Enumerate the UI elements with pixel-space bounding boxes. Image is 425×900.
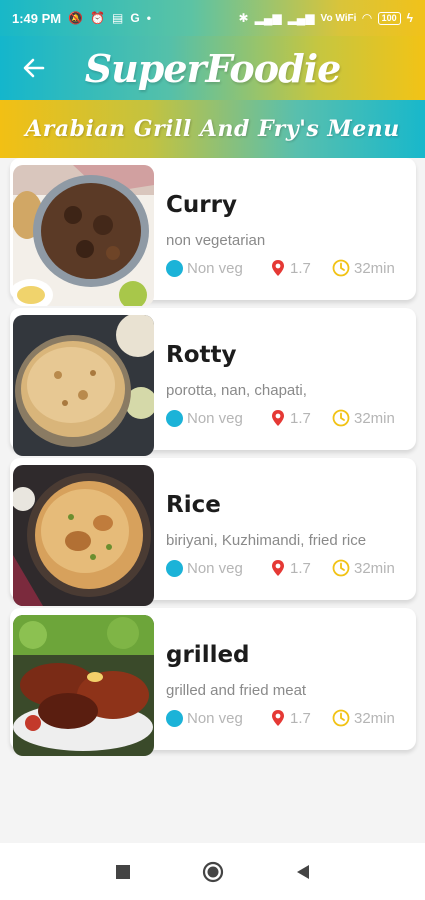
clock-icon bbox=[332, 559, 350, 577]
food-type: Non veg bbox=[166, 709, 270, 727]
food-meta: Non veg 1.7 32min bbox=[166, 409, 416, 427]
food-time: 32min bbox=[332, 559, 395, 577]
food-name: Curry bbox=[166, 192, 237, 218]
food-name: Rice bbox=[166, 492, 221, 518]
food-image bbox=[13, 615, 154, 756]
nav-square-icon bbox=[115, 864, 130, 879]
food-time-value: 32min bbox=[354, 559, 395, 577]
food-image bbox=[13, 315, 154, 456]
alarm-icon: ⏰ bbox=[90, 11, 106, 25]
food-item-rotty[interactable]: Rotty porotta, nan, chapati, Non veg 1.7… bbox=[10, 308, 416, 456]
app-title: SuperFoodie bbox=[84, 45, 342, 91]
food-type-label: Non veg bbox=[187, 409, 243, 427]
food-time: 32min bbox=[332, 709, 395, 727]
mute-icon: 🔕 bbox=[68, 11, 84, 25]
food-description: porotta, nan, chapati, bbox=[166, 382, 307, 399]
food-rating-value: 1.7 bbox=[290, 559, 311, 577]
signal-icon: ▂▄▆ bbox=[254, 11, 282, 25]
food-description: grilled and fried meat bbox=[166, 682, 307, 699]
food-rating: 1.7 bbox=[270, 259, 332, 277]
dot-icon bbox=[166, 559, 183, 577]
food-image bbox=[13, 165, 154, 306]
menu-banner: Arabian Grill And Fry's Menu bbox=[0, 100, 425, 158]
food-rating: 1.7 bbox=[270, 409, 332, 427]
clock-icon bbox=[332, 259, 350, 277]
network-label: Vo WiFi bbox=[320, 12, 357, 24]
food-type-label: Non veg bbox=[187, 559, 243, 577]
food-rating-value: 1.7 bbox=[290, 259, 311, 277]
bluetooth-icon: ✱ bbox=[238, 11, 249, 25]
dot-icon bbox=[166, 709, 183, 727]
food-time-value: 32min bbox=[354, 259, 395, 277]
nav-triangle-icon bbox=[296, 864, 309, 879]
food-rating-value: 1.7 bbox=[290, 409, 311, 427]
recents-button[interactable] bbox=[111, 860, 135, 884]
message-icon: ▤ bbox=[112, 11, 124, 25]
food-time-value: 32min bbox=[354, 409, 395, 427]
status-time: 1:49 PM bbox=[12, 10, 62, 26]
food-meta: Non veg 1.7 32min bbox=[166, 709, 416, 727]
food-item-grilled[interactable]: grilled grilled and fried meat Non veg 1… bbox=[10, 608, 416, 756]
menu-title: Arabian Grill And Fry's Menu bbox=[25, 116, 400, 142]
charging-icon: ϟ bbox=[406, 11, 413, 25]
location-pin-icon bbox=[272, 260, 284, 276]
clock-icon bbox=[332, 409, 350, 427]
food-meta: Non veg 1.7 32min bbox=[166, 559, 416, 577]
food-name: Rotty bbox=[166, 342, 237, 368]
food-rating-value: 1.7 bbox=[290, 709, 311, 727]
food-item-curry[interactable]: Curry non vegetarian Non veg 1.7 32min bbox=[10, 158, 416, 306]
system-nav-bar bbox=[0, 843, 425, 900]
food-item-rice[interactable]: Rice biriyani, Kuzhimandi, fried rice No… bbox=[10, 458, 416, 606]
food-time: 32min bbox=[332, 409, 395, 427]
food-meta: Non veg 1.7 32min bbox=[166, 259, 416, 277]
food-description: biriyani, Kuzhimandi, fried rice bbox=[166, 532, 367, 549]
food-rating: 1.7 bbox=[270, 709, 332, 727]
wifi-icon: ◠ bbox=[362, 11, 372, 25]
back-arrow-icon bbox=[23, 58, 45, 78]
food-type-label: Non veg bbox=[187, 709, 243, 727]
back-button[interactable] bbox=[18, 52, 50, 84]
food-rating: 1.7 bbox=[270, 559, 332, 577]
food-type: Non veg bbox=[166, 259, 270, 277]
status-bar: 1:49 PM 🔕 ⏰ ▤ G • ✱ ▂▄▆ ▂▄▆ Vo WiFi ◠ 10… bbox=[0, 0, 425, 36]
app-bar: SuperFoodie bbox=[0, 36, 425, 100]
clock-icon bbox=[332, 709, 350, 727]
location-pin-icon bbox=[272, 710, 284, 726]
food-time: 32min bbox=[332, 259, 395, 277]
google-icon: G bbox=[130, 11, 140, 25]
dot-icon bbox=[166, 409, 183, 427]
food-type: Non veg bbox=[166, 559, 270, 577]
dot-icon bbox=[166, 259, 183, 277]
food-type: Non veg bbox=[166, 409, 270, 427]
food-image bbox=[13, 465, 154, 606]
food-type-label: Non veg bbox=[187, 259, 243, 277]
food-time-value: 32min bbox=[354, 709, 395, 727]
location-pin-icon bbox=[272, 560, 284, 576]
home-button[interactable] bbox=[201, 860, 225, 884]
location-pin-icon bbox=[272, 410, 284, 426]
back-nav-button[interactable] bbox=[291, 860, 315, 884]
nav-circle-icon bbox=[202, 861, 223, 882]
battery-icon: 100 bbox=[377, 11, 401, 25]
food-description: non vegetarian bbox=[166, 232, 266, 249]
dot-icon: • bbox=[146, 11, 151, 25]
food-name: grilled bbox=[166, 642, 250, 668]
signal-icon-2: ▂▄▆ bbox=[287, 11, 315, 25]
